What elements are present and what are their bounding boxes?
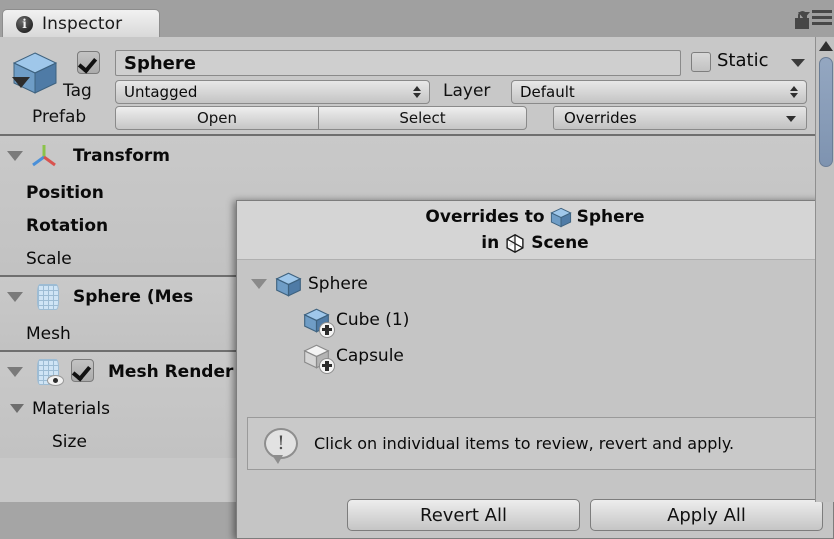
gameobject-name-input[interactable]: Sphere <box>115 50 681 76</box>
overrides-scene-target: Scene <box>531 233 589 253</box>
transform-axis-icon <box>32 145 56 167</box>
added-plus-badge-icon <box>319 321 335 338</box>
mesh-filter-icon <box>37 284 59 310</box>
overrides-title-target: Sphere <box>576 207 645 227</box>
layer-dropdown[interactable]: Default <box>511 80 807 104</box>
added-plus-badge-icon <box>319 357 335 374</box>
info-circle-icon: i <box>16 15 33 33</box>
inspector-panel: Sphere Static Tag Untagged Layer Default… <box>0 37 834 539</box>
tab-inspector[interactable]: i Inspector <box>2 9 160 38</box>
foldout-arrow-icon[interactable] <box>10 404 24 413</box>
static-checkbox[interactable] <box>691 52 711 72</box>
component-mesh-renderer-title: Mesh Render <box>108 362 234 382</box>
prefab-cube-icon[interactable] <box>11 51 59 95</box>
tag-label: Tag <box>63 81 92 101</box>
foldout-arrow-icon[interactable] <box>7 367 23 377</box>
foldout-arrow-icon[interactable] <box>251 279 267 289</box>
overrides-title-prefix: Overrides to <box>425 207 545 227</box>
chevron-updown-icon <box>413 86 421 98</box>
component-transform-header[interactable]: Transform <box>0 136 834 176</box>
unity-logo-icon <box>506 233 524 253</box>
prefab-open-button[interactable]: Open <box>115 106 319 130</box>
revert-all-button[interactable]: Revert All <box>347 499 580 531</box>
overrides-info-message: ! Click on individual items to review, r… <box>247 417 825 470</box>
overrides-tree-label: Cube (1) <box>336 310 410 330</box>
visibility-eye-icon <box>47 375 64 386</box>
prefab-cube-icon <box>549 207 572 227</box>
property-materials-label: Materials <box>32 398 110 419</box>
mesh-renderer-icon <box>37 359 64 386</box>
tag-dropdown[interactable]: Untagged <box>115 80 430 104</box>
overrides-popup-header: Overrides to Sphere in Scene <box>237 201 833 260</box>
chevron-down-icon <box>786 116 796 122</box>
overrides-tree-row-capsule[interactable]: Capsule <box>237 338 833 374</box>
prefab-label: Prefab <box>32 107 87 127</box>
layer-value: Default <box>520 83 575 101</box>
inspector-vertical-scrollbar[interactable] <box>815 37 834 502</box>
inspector-tabbar: i Inspector <box>0 0 834 38</box>
gameobject-name-value: Sphere <box>124 52 196 74</box>
foldout-arrow-icon[interactable] <box>7 151 23 161</box>
gameobject-enabled-checkbox[interactable] <box>77 51 100 74</box>
hamburger-menu-icon[interactable] <box>798 10 832 25</box>
tag-value: Untagged <box>124 83 198 101</box>
component-transform-title: Transform <box>73 146 170 166</box>
prefab-overrides-label: Overrides <box>564 109 637 127</box>
overrides-tree-row-cube1[interactable]: Cube (1) <box>237 302 833 338</box>
scroll-up-arrow-icon[interactable] <box>819 41 833 51</box>
overrides-tree-label: Sphere <box>308 274 368 294</box>
mesh-renderer-enabled-checkbox[interactable] <box>71 358 94 386</box>
overrides-popup-title-line2: in Scene <box>481 230 588 256</box>
overrides-tree: Sphere Cube (1) Capsule <box>237 260 833 374</box>
overrides-scene-prefix: in <box>481 233 500 253</box>
prefab-cube-icon <box>275 272 302 297</box>
scroll-thumb[interactable] <box>819 57 833 167</box>
apply-all-button[interactable]: Apply All <box>590 499 823 531</box>
prefab-cube-added-icon <box>303 308 335 338</box>
gameobject-header: Sphere Static Tag Untagged Layer Default… <box>0 37 834 134</box>
static-label: Static <box>717 50 769 71</box>
foldout-arrow-icon[interactable] <box>7 292 23 302</box>
overrides-action-buttons: Revert All Apply All <box>237 490 833 538</box>
chevron-updown-icon <box>790 86 798 98</box>
overrides-popup-title-line1: Overrides to Sphere <box>425 204 644 230</box>
overrides-info-text: Click on individual items to review, rev… <box>314 434 735 453</box>
overrides-tree-row-sphere[interactable]: Sphere <box>237 266 833 302</box>
component-mesh-filter-title: Sphere (Mes <box>73 287 194 307</box>
speech-bubble-exclamation-icon: ! <box>264 428 298 464</box>
layer-label: Layer <box>443 81 491 101</box>
overrides-tree-label: Capsule <box>336 346 404 366</box>
gameobject-added-icon <box>303 344 335 374</box>
prefab-dropdown-arrow-icon[interactable] <box>12 77 30 88</box>
prefab-overrides-dropdown[interactable]: Overrides <box>553 106 807 130</box>
tab-inspector-label: Inspector <box>42 14 123 34</box>
static-dropdown-caret-icon[interactable] <box>791 59 805 67</box>
prefab-select-button[interactable]: Select <box>318 106 527 130</box>
overrides-popup: Overrides to Sphere in Scene Sphere Cube… <box>236 200 834 539</box>
